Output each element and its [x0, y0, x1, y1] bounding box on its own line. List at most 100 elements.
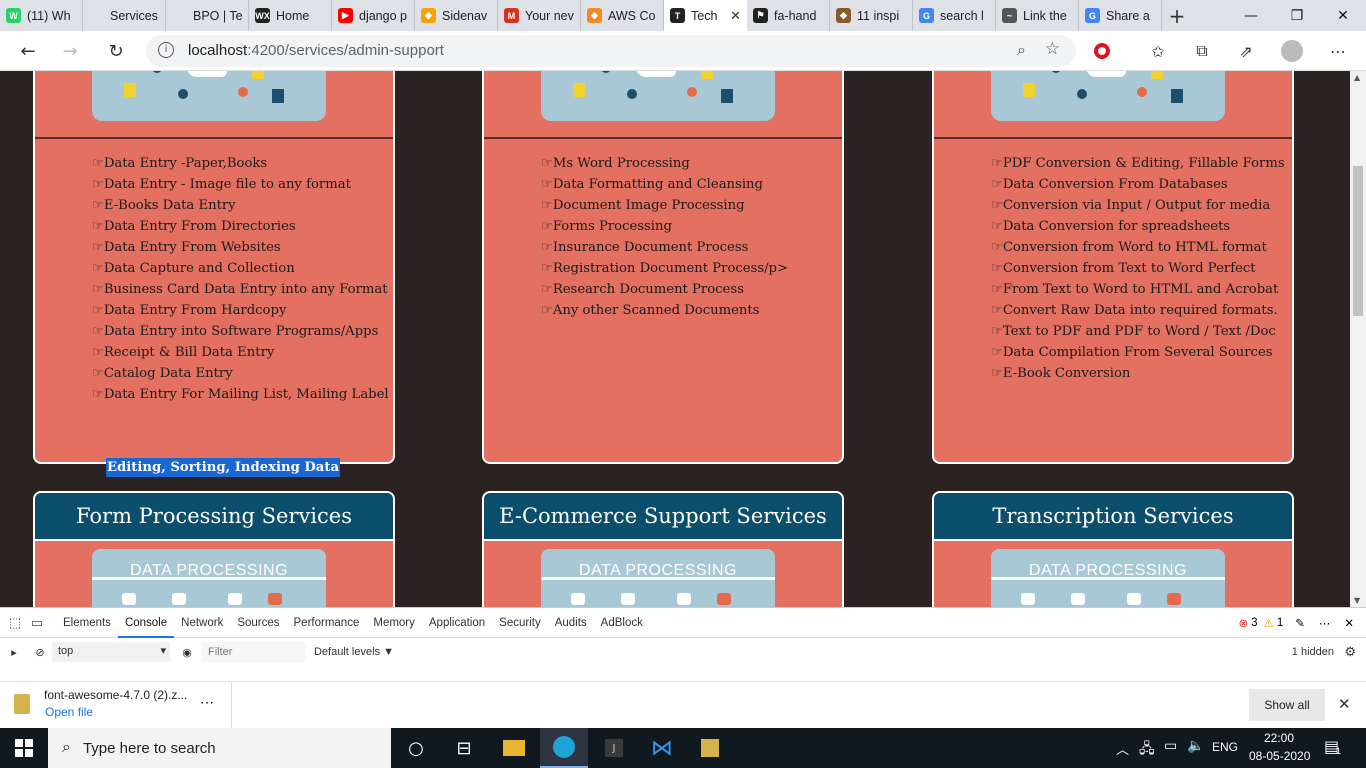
browser-tab[interactable]: ⚑ fa-hand: [747, 0, 830, 31]
scroll-down-icon[interactable]: ▼: [1354, 596, 1360, 605]
scroll-up-icon[interactable]: ▲: [1354, 73, 1360, 82]
app-j-icon[interactable]: J: [590, 728, 638, 768]
task-view-icon[interactable]: ⊟: [440, 728, 488, 768]
devtools-tab[interactable]: Console: [117, 608, 175, 638]
info-icon[interactable]: i: [158, 42, 174, 58]
live-expression-icon[interactable]: ◉: [176, 646, 198, 659]
tab-favicon-icon: G: [919, 8, 934, 23]
decorative-icon: [1127, 593, 1141, 605]
service-list-item: ☞Data Compilation From Several Sources: [991, 345, 1273, 360]
start-button[interactable]: [0, 728, 48, 768]
devtools-tab[interactable]: Performance: [287, 608, 367, 638]
language-indicator[interactable]: ENG: [1212, 740, 1238, 754]
browser-tab[interactable]: G Share a: [1079, 0, 1162, 31]
file-explorer-icon[interactable]: [490, 728, 538, 768]
sidebar-toggle-icon[interactable]: ▸: [0, 646, 28, 659]
decorative-icon: [1171, 89, 1183, 103]
error-count[interactable]: 3: [1251, 617, 1257, 629]
close-window-button[interactable]: ✕: [1320, 0, 1366, 31]
favorites-icon[interactable]: ✩: [1146, 39, 1170, 63]
archive-app-icon[interactable]: [686, 728, 734, 768]
browser-tab[interactable]: BPO | Te: [166, 0, 249, 31]
address-bar[interactable]: i localhost:4200/services/admin-support …: [146, 35, 1076, 67]
devtools-menu-icon[interactable]: ⋯: [1319, 616, 1331, 630]
forward-button[interactable]: →: [58, 39, 82, 63]
inspect-element-icon[interactable]: ⬚: [4, 608, 26, 638]
tab-title: (11) Wh: [27, 8, 71, 23]
devtools-tab[interactable]: Elements: [56, 608, 118, 638]
zoom-icon[interactable]: ⌕: [1017, 40, 1026, 60]
edge-taskbar-icon[interactable]: [540, 728, 588, 768]
new-tab-button[interactable]: +: [1162, 0, 1192, 31]
browser-tab[interactable]: M Your nev: [498, 0, 581, 31]
error-icon: ⊗: [1238, 618, 1249, 630]
profile-avatar[interactable]: [1280, 39, 1304, 63]
download-open-link[interactable]: Open file: [45, 705, 93, 719]
tab-title: search l: [940, 8, 984, 23]
page-scrollbar[interactable]: ▲ ▼: [1350, 71, 1366, 607]
browser-tab[interactable]: W (11) Wh: [0, 0, 83, 31]
browser-tab[interactable]: ◆ AWS Co: [581, 0, 664, 31]
selected-overflow-text[interactable]: Editing, Sorting, Indexing Data: [106, 458, 340, 477]
browser-tab[interactable]: ▶ django p: [332, 0, 415, 31]
context-select[interactable]: top ▾: [52, 642, 170, 662]
show-all-button[interactable]: Show all: [1249, 689, 1325, 721]
more-menu-icon[interactable]: ⋯: [1326, 39, 1350, 63]
back-button[interactable]: ←: [16, 39, 40, 63]
card-title: E-Commerce Support Services: [484, 493, 842, 541]
clock-date[interactable]: 08-05-2020: [1249, 749, 1310, 763]
feedback-icon[interactable]: ✎: [1295, 616, 1305, 630]
console-filter-input[interactable]: [202, 642, 306, 662]
cortana-icon[interactable]: ○: [392, 728, 440, 768]
browser-tab[interactable]: Gsearch l: [913, 0, 996, 31]
browser-tab[interactable]: T Tech ✕: [664, 0, 747, 31]
devtools-tab[interactable]: Sources: [230, 608, 286, 638]
tab-title: BPO | Te: [193, 8, 242, 23]
devtools-tab[interactable]: Application: [422, 608, 492, 638]
browser-tab[interactable]: ◆ 11 inspi: [830, 0, 913, 31]
tab-close-icon[interactable]: ✕: [730, 8, 741, 24]
decorative-icon: [1077, 89, 1087, 99]
browser-tab[interactable]: Services: [83, 0, 166, 31]
devtools-tab[interactable]: Security: [492, 608, 548, 638]
volume-icon[interactable]: 🔈: [1187, 738, 1204, 754]
service-list-item: ☞Conversion via Input / Output for media: [991, 198, 1271, 213]
data-processing-illustration: DATA PROCESSING: [92, 549, 326, 607]
taskbar-search-box[interactable]: ⌕ Type here to search: [48, 728, 391, 768]
vscode-icon[interactable]: ⋈: [638, 728, 686, 768]
service-list: ☞Ms Word Processing ☞Data Formatting and …: [484, 139, 842, 321]
log-levels-dropdown[interactable]: Default levels ▼: [314, 646, 394, 658]
devtools-close-icon[interactable]: ✕: [1344, 616, 1354, 630]
network-icon[interactable]: 🖧: [1139, 738, 1155, 762]
device-toolbar-icon[interactable]: ▭: [26, 608, 48, 638]
devtools-tab[interactable]: AdBlock: [594, 608, 650, 638]
devtools-tab[interactable]: Audits: [548, 608, 594, 638]
head-silhouette-icon: [187, 71, 227, 77]
browser-tab[interactable]: WX Home: [249, 0, 332, 31]
clear-console-icon[interactable]: ⊘: [28, 646, 52, 659]
download-bar-close-icon[interactable]: ✕: [1338, 695, 1351, 713]
console-settings-icon[interactable]: ⚙: [1344, 644, 1356, 660]
opera-extension-icon[interactable]: [1090, 39, 1114, 63]
scrollbar-thumb[interactable]: [1353, 166, 1363, 316]
download-item[interactable]: font-awesome-4.7.0 (2).z... Open file ⋯: [0, 682, 232, 728]
devtools-tab[interactable]: Network: [174, 608, 230, 638]
restore-button[interactable]: ❐: [1274, 0, 1320, 31]
browser-tab[interactable]: ~ Link the: [996, 0, 1079, 31]
share-icon[interactable]: ⇗: [1234, 39, 1258, 63]
tray-up-arrow-icon[interactable]: ︿: [1116, 739, 1129, 758]
collections-icon[interactable]: ⧉: [1190, 39, 1214, 63]
bookmark-star-icon[interactable]: ☆: [1045, 39, 1060, 59]
browser-tab[interactable]: ◆ Sidenav: [415, 0, 498, 31]
download-more-icon[interactable]: ⋯: [200, 694, 214, 711]
devtools-tab[interactable]: Memory: [366, 608, 422, 638]
decorative-icon: [1071, 593, 1085, 605]
url-text[interactable]: localhost:4200/services/admin-support: [188, 42, 444, 59]
warning-count[interactable]: 1: [1277, 617, 1283, 629]
clock-time[interactable]: 22:00: [1264, 731, 1294, 745]
reload-button[interactable]: ↻: [104, 39, 128, 63]
tab-title: Link the: [1023, 8, 1067, 23]
tab-favicon-icon: ◆: [836, 8, 851, 23]
battery-icon[interactable]: ▭: [1164, 738, 1177, 754]
minimize-button[interactable]: —: [1228, 0, 1274, 31]
